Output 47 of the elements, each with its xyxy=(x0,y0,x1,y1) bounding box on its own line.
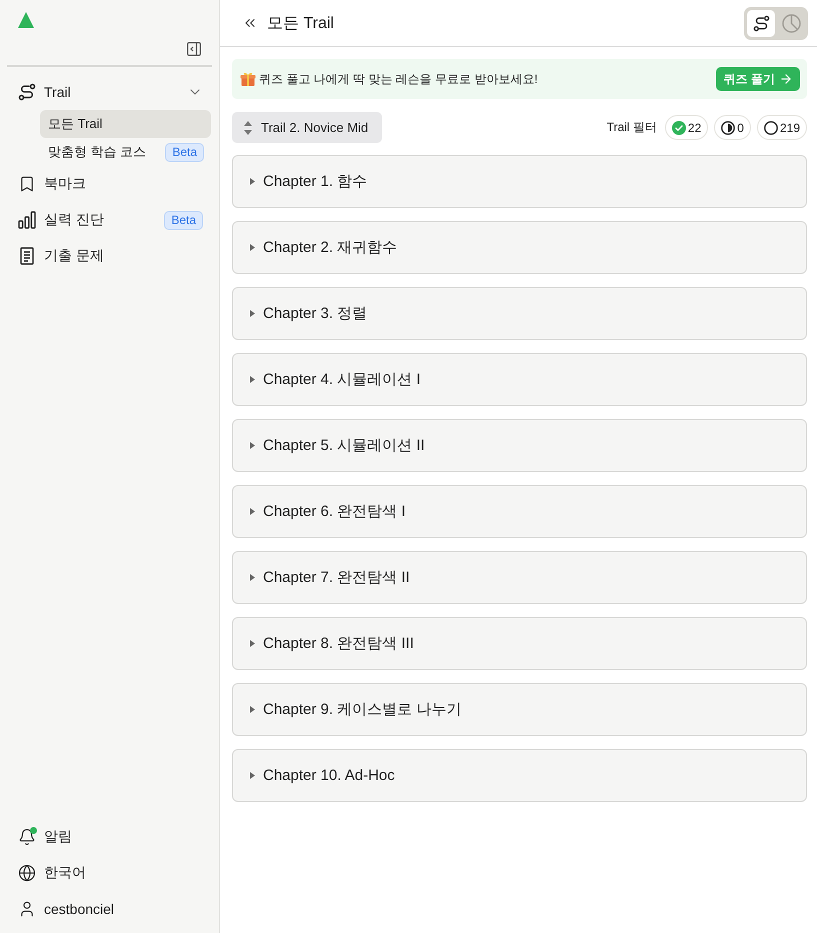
beta-badge: Beta xyxy=(164,210,203,230)
route-icon xyxy=(752,14,770,32)
collapse-sidebar-button[interactable] xyxy=(187,42,201,56)
document-icon xyxy=(18,247,36,265)
empty-circle-icon xyxy=(764,120,778,134)
sidebar-item[interactable]: 북마크 xyxy=(8,166,211,202)
page-title: 모든 Trail xyxy=(267,14,335,34)
half-circle-icon xyxy=(721,120,736,134)
sidebar-item[interactable]: 알림 xyxy=(8,819,211,855)
chapter-row[interactable]: Chapter 3. 정렬 xyxy=(232,287,807,340)
check-circle-icon xyxy=(672,120,686,134)
bell-icon xyxy=(18,828,36,846)
sidebar-item[interactable]: 실력 진단 Beta xyxy=(8,202,211,238)
chapter-row[interactable]: Chapter 5. 시뮬레이션 II xyxy=(232,419,807,472)
promo-text: 퀴즈 풀고 나에게 딱 맞는 레슨을 무료로 받아보세요! xyxy=(259,70,539,88)
sidebar-item[interactable]: cestbonciel xyxy=(8,891,211,927)
trail-selector[interactable]: Trail 2. Novice Mid xyxy=(232,112,382,143)
sort-arrows-icon xyxy=(244,120,252,134)
triangle-logo-icon xyxy=(18,12,34,28)
sidebar-item[interactable]: 기출 문제 xyxy=(8,238,211,274)
view-toggle-button[interactable] xyxy=(747,10,775,36)
side-panel-icon xyxy=(187,42,201,56)
beta-badge: Beta xyxy=(165,142,204,162)
chapter-row[interactable]: Chapter 10. Ad-Hoc xyxy=(232,749,807,802)
sidebar-subitem[interactable]: 모든 Trail xyxy=(40,110,211,138)
sidebar-subitem[interactable]: 맞춤형 학습 코스 Beta xyxy=(40,138,211,166)
chapter-row[interactable]: Chapter 9. 케이스별로 나누기 xyxy=(232,683,807,736)
sidebar-item[interactable]: 한국어 xyxy=(8,855,211,891)
chapter-row[interactable]: Chapter 6. 완전탐색 I xyxy=(232,485,807,538)
pie-chart-icon xyxy=(782,14,800,32)
chapter-row[interactable]: Chapter 1. 함수 xyxy=(232,155,807,208)
arrow-right-icon xyxy=(779,72,793,86)
filter-chip[interactable]: 219 xyxy=(756,115,807,140)
filter-chip[interactable]: 22 xyxy=(664,115,708,140)
globe-icon xyxy=(18,864,36,882)
chapter-row[interactable]: Chapter 8. 완전탐색 III xyxy=(232,617,807,670)
chapter-row[interactable]: Chapter 4. 시뮬레이션 I xyxy=(232,353,807,406)
bar-chart-icon xyxy=(18,211,36,229)
gift-icon xyxy=(240,71,256,87)
filter-label: Trail 필터 xyxy=(606,119,657,136)
bookmark-icon xyxy=(18,175,36,193)
filter-chip[interactable]: 0 xyxy=(714,115,751,140)
chapter-row[interactable]: Chapter 7. 완전탐색 II xyxy=(232,551,807,604)
chapter-row[interactable]: Chapter 2. 재귀함수 xyxy=(232,221,807,274)
user-icon xyxy=(18,900,36,918)
sidebar-item[interactable]: Trail xyxy=(8,74,211,110)
route-icon xyxy=(18,83,36,101)
